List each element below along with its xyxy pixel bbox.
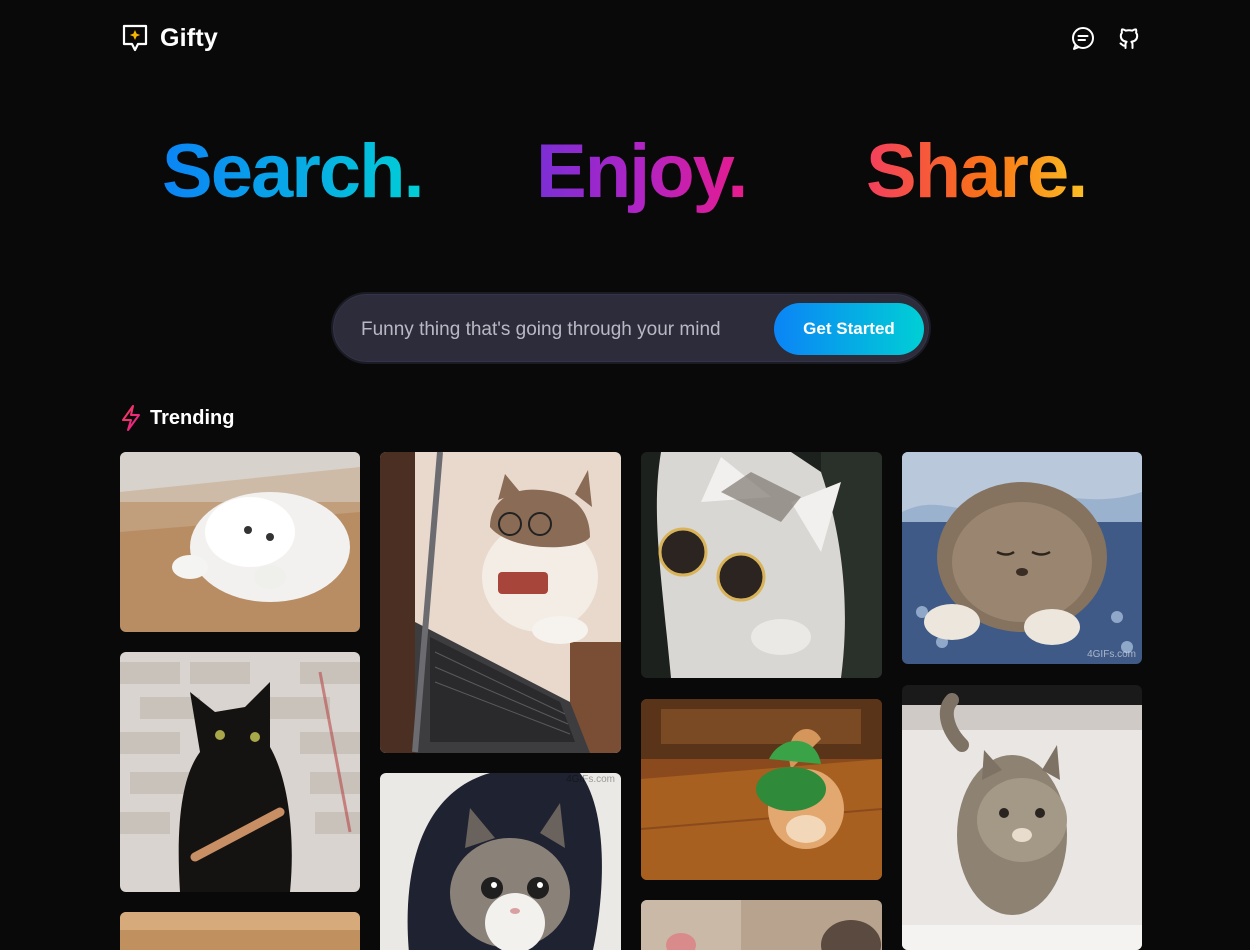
gif-card[interactable] [120,652,360,892]
gif-card[interactable]: 4GIFs.com [902,452,1142,664]
gif-watermark: 4GIFs.com [1087,648,1136,660]
header-actions [1070,25,1142,51]
search-input[interactable] [361,314,771,346]
gif-card[interactable] [120,912,360,950]
github-icon[interactable] [1116,25,1142,51]
hero-word-search: Search. [162,129,425,214]
hero-word-enjoy: Enjoy. [536,129,748,214]
trending-heading: Trending [120,404,234,432]
gif-watermark: 4GIFs.com [566,774,615,785]
gif-card[interactable] [641,900,882,950]
brand-link[interactable]: Gifty [120,23,218,53]
get-started-button[interactable]: Get Started [774,303,924,355]
gif-card[interactable]: 4GIFs.com [380,773,621,950]
hero-word-share: Share. [866,129,1088,214]
search-bar: Get Started [331,292,931,364]
gif-card[interactable] [641,699,882,880]
top-bar: Gifty [120,20,1142,56]
lightning-icon [122,405,140,431]
gif-card[interactable] [120,452,360,632]
gif-card[interactable] [380,452,621,753]
gif-card[interactable] [902,685,1142,950]
hero-tagline: Search. Enjoy. Share. [0,128,1250,228]
brand-name: Gifty [160,23,218,52]
trending-gif-grid: 4GIFs.com 4GIFs.com [120,452,1142,950]
gif-card[interactable] [641,452,882,678]
gift-message-icon [122,24,148,52]
chat-icon[interactable] [1070,25,1096,51]
trending-title: Trending [150,406,235,429]
